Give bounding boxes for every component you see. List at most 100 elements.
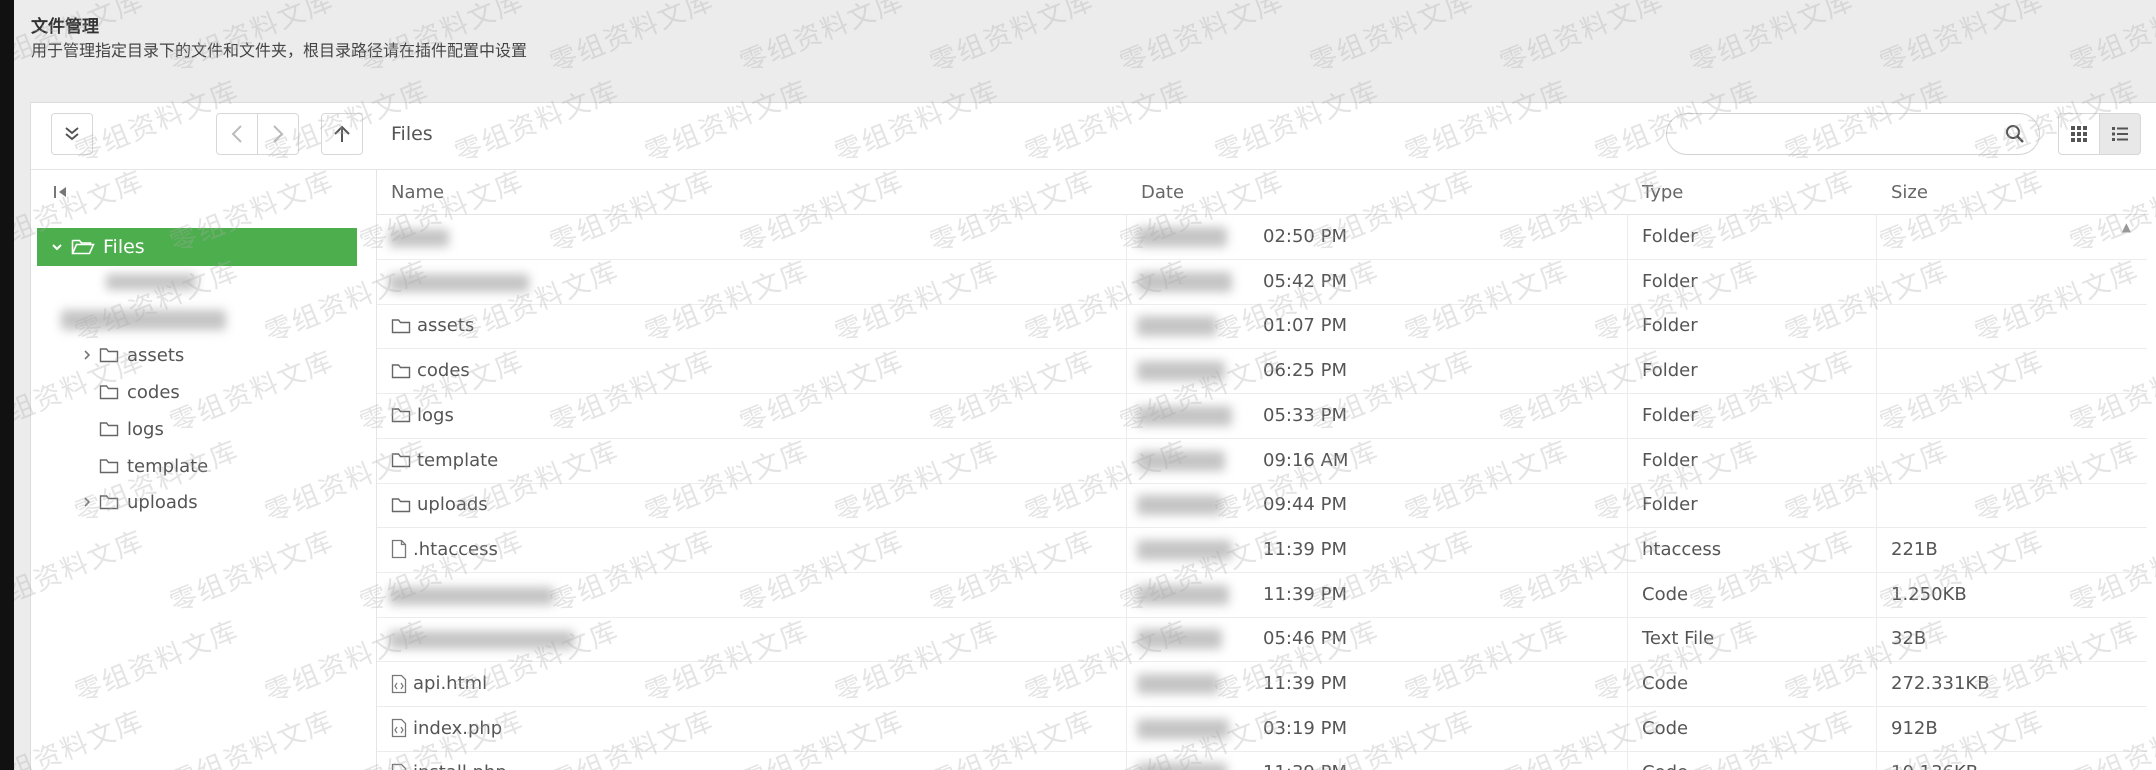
redacted-date xyxy=(1137,584,1229,605)
grid-view-button[interactable] xyxy=(2058,113,2100,155)
file-type: Code xyxy=(1642,762,1688,770)
breadcrumb[interactable]: Files xyxy=(391,123,433,145)
redacted-date xyxy=(1137,674,1219,694)
collapse-sidebar-icon[interactable] xyxy=(53,184,69,200)
code-file-icon xyxy=(391,763,407,770)
file-date: 11:39 PM xyxy=(1263,762,1347,770)
tree-item-label: codes xyxy=(127,381,180,403)
file-name-cell[interactable]: install.php xyxy=(391,762,507,770)
file-type: Code xyxy=(1642,583,1689,605)
table-row[interactable]: uploads 09:44 PM Folder xyxy=(377,483,2147,529)
redacted-file-name xyxy=(389,586,554,605)
file-type: Code xyxy=(1642,673,1689,694)
file-name-cell[interactable]: index.php xyxy=(391,718,502,739)
file-date: 09:16 AM xyxy=(1263,449,1349,471)
redacted-date xyxy=(1137,718,1229,739)
file-date: 09:44 PM xyxy=(1263,494,1347,516)
table-row[interactable]: 11:39 PM Code 1.250KB xyxy=(377,573,2147,618)
file-name: codes xyxy=(417,360,470,382)
tree-item-label: template xyxy=(127,455,209,477)
table-row[interactable]: template 09:16 AM Folder xyxy=(377,439,2147,484)
redacted-date xyxy=(1137,763,1227,770)
file-type: Folder xyxy=(1642,404,1698,426)
search-input[interactable] xyxy=(1683,120,1987,150)
tree-root-files[interactable]: Files xyxy=(37,228,357,266)
table-row[interactable]: 02:50 PM Folder xyxy=(377,215,2147,260)
table-row[interactable]: 05:42 PM Folder xyxy=(377,260,2147,305)
chevron-down-icon xyxy=(52,244,62,251)
tree-item-assets[interactable]: assets xyxy=(79,340,184,370)
toggle-tree-button[interactable] xyxy=(51,113,93,155)
folder-icon xyxy=(99,495,119,510)
chevron-right-icon[interactable] xyxy=(79,495,97,509)
table-row[interactable]: logs 05:33 PM Folder xyxy=(377,394,2147,439)
table-row[interactable]: index.php 03:19 PM Code 912B xyxy=(377,707,2147,752)
file-name: index.php xyxy=(413,717,503,739)
file-date: 05:33 PM xyxy=(1263,404,1347,426)
file-name-cell[interactable]: logs xyxy=(391,405,454,426)
redacted-date xyxy=(1137,271,1232,292)
redacted-file-name xyxy=(389,229,449,247)
file-date: 11:39 PM xyxy=(1263,673,1347,694)
parent-directory-button[interactable] xyxy=(321,113,363,155)
page-title: 文件管理 xyxy=(31,17,99,37)
tree-item-label: assets xyxy=(127,344,185,366)
redacted-date xyxy=(1137,227,1227,247)
tree-item-codes[interactable]: codes xyxy=(79,377,180,407)
list-view-button[interactable] xyxy=(2099,113,2141,155)
search-icon[interactable] xyxy=(2005,124,2025,144)
forward-button[interactable] xyxy=(257,113,299,155)
file-type: Folder xyxy=(1642,226,1698,247)
tree-item-uploads[interactable]: uploads xyxy=(79,487,198,517)
file-type: Code xyxy=(1642,717,1689,739)
folder-tree: Files assets codes logs template uploads xyxy=(31,170,377,770)
tree-root-label: Files xyxy=(103,236,145,258)
search-box[interactable] xyxy=(1666,113,2040,155)
watermark-text: 零组资料文库 xyxy=(1115,0,1289,80)
chevron-right-icon[interactable] xyxy=(79,348,97,362)
file-name-cell[interactable]: uploads xyxy=(391,494,488,515)
file-size: 272.331KB xyxy=(1891,673,1990,694)
folder-icon xyxy=(99,422,119,437)
folder-open-icon xyxy=(71,239,95,255)
folder-icon xyxy=(391,408,411,423)
code-file-icon xyxy=(391,674,407,693)
watermark-text: 零组资料文库 xyxy=(1685,0,1859,80)
column-header-size[interactable]: Size xyxy=(1891,182,1928,203)
file-name: uploads xyxy=(417,494,488,516)
arrow-up-icon xyxy=(334,125,350,142)
file-type: Folder xyxy=(1642,449,1698,471)
table-row[interactable]: install.php 11:39 PM Code 10.136KB xyxy=(377,751,2147,770)
file-name-cell[interactable]: api.html xyxy=(391,673,487,694)
tree-item-logs[interactable]: logs xyxy=(79,414,164,444)
redacted-date xyxy=(1137,405,1232,426)
redacted-file-name xyxy=(389,631,574,650)
file-name-cell[interactable]: assets xyxy=(391,315,474,336)
table-row[interactable]: codes 06:25 PM Folder xyxy=(377,349,2147,395)
table-row[interactable]: assets 01:07 PM Folder xyxy=(377,304,2147,350)
back-button[interactable] xyxy=(216,113,258,155)
file-name-cell[interactable]: template xyxy=(391,450,498,471)
grid-icon xyxy=(2071,126,2087,142)
file-name-cell[interactable]: .htaccess xyxy=(391,539,498,560)
file-type: Folder xyxy=(1642,494,1698,516)
chevron-left-icon xyxy=(231,125,242,143)
redacted-tree-item xyxy=(61,310,226,330)
column-header-date[interactable]: Date xyxy=(1141,182,1184,203)
table-row[interactable]: api.html 11:39 PM Code 272.331KB xyxy=(377,662,2147,707)
folder-icon xyxy=(99,459,119,474)
tree-item-template[interactable]: template xyxy=(79,451,208,481)
file-date: 06:25 PM xyxy=(1263,360,1347,382)
folder-icon xyxy=(99,385,119,400)
watermark-text: 零组资料文库 xyxy=(1875,0,2049,80)
file-name-cell[interactable]: codes xyxy=(391,360,470,381)
file-date: 02:50 PM xyxy=(1263,226,1347,247)
file-size: 912B xyxy=(1891,717,1938,739)
column-header-type[interactable]: Type xyxy=(1642,182,1683,203)
redacted-date xyxy=(1137,539,1232,560)
column-header-name[interactable]: Name xyxy=(391,182,444,203)
file-date: 01:07 PM xyxy=(1263,315,1347,337)
watermark-text: 零组资料文库 xyxy=(2065,0,2156,80)
table-row[interactable]: 05:46 PM Text File 32B xyxy=(377,617,2147,663)
table-row[interactable]: .htaccess 11:39 PM htaccess 221B xyxy=(377,528,2147,573)
